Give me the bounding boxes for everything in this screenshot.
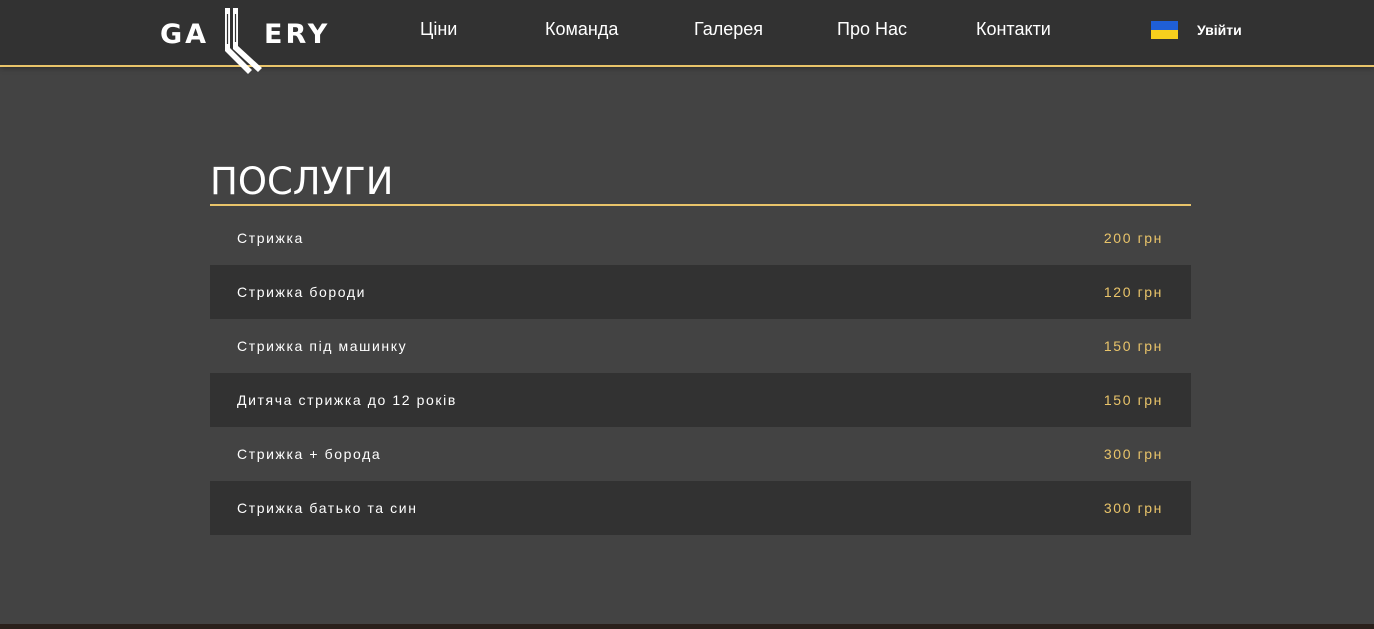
service-price: 300 грн xyxy=(1103,446,1163,462)
nav-item-about[interactable]: Про Нас xyxy=(837,19,907,40)
price-row: Стрижка + борода 300 грн xyxy=(210,427,1191,481)
nav-item-gallery[interactable]: Галерея xyxy=(694,19,763,40)
service-name: Стрижка xyxy=(237,230,304,246)
nav-item-team[interactable]: Команда xyxy=(545,19,618,40)
price-row: Дитяча стрижка до 12 років 150 грн xyxy=(210,373,1191,427)
price-list: Стрижка 200 грн Стрижка бороди 120 грн С… xyxy=(210,211,1191,535)
service-name: Дитяча стрижка до 12 років xyxy=(237,392,457,408)
logo-text-left: GA xyxy=(160,19,210,50)
service-name: Стрижка батько та син xyxy=(237,500,418,516)
service-name: Стрижка + борода xyxy=(237,446,382,462)
service-price: 300 грн xyxy=(1103,500,1163,516)
price-row: Стрижка бороди 120 грн xyxy=(210,265,1191,319)
gallery-logo[interactable]: GA ERY xyxy=(160,4,340,76)
flag-stripe-blue xyxy=(1151,21,1178,30)
service-price: 120 грн xyxy=(1103,284,1163,300)
section-title: ПОСЛУГИ xyxy=(210,160,394,203)
service-price: 150 грн xyxy=(1103,392,1163,408)
logo-text-right: ERY xyxy=(264,19,331,50)
price-row: Стрижка батько та син 300 грн xyxy=(210,481,1191,535)
service-name: Стрижка під машинку xyxy=(237,338,408,354)
nav-item-prices[interactable]: Ціни xyxy=(420,19,457,40)
title-underline xyxy=(210,204,1191,206)
nav-item-contacts[interactable]: Контакти xyxy=(976,19,1051,40)
service-price: 200 грн xyxy=(1103,230,1163,246)
ukraine-flag-icon[interactable] xyxy=(1151,21,1178,39)
service-name: Стрижка бороди xyxy=(237,284,367,300)
login-link[interactable]: Увійти xyxy=(1197,22,1242,38)
service-price: 150 грн xyxy=(1103,338,1163,354)
price-row: Стрижка під машинку 150 грн xyxy=(210,319,1191,373)
flag-stripe-yellow xyxy=(1151,30,1178,39)
price-row: Стрижка 200 грн xyxy=(210,211,1191,265)
background-image-edge xyxy=(0,624,1374,629)
